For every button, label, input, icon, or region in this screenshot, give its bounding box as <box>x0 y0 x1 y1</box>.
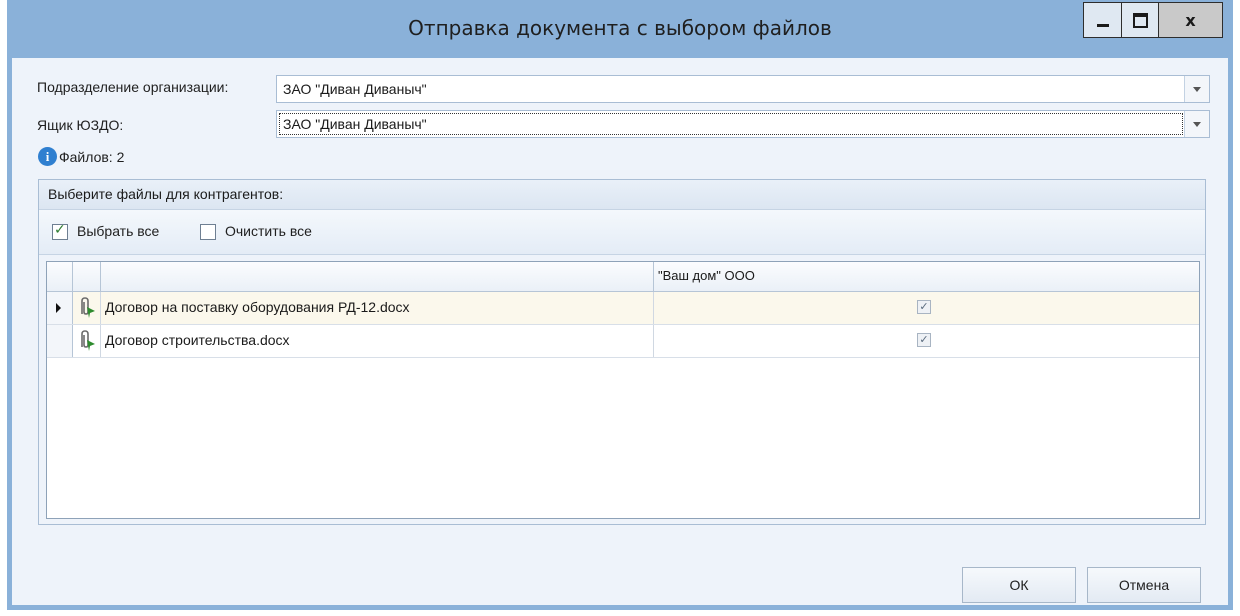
files-group: Выберите файлы для контрагентов: ✓ Выбра… <box>38 179 1206 525</box>
org-value: ЗАО "Диван Диваныч" <box>283 81 427 97</box>
checkmark-icon: ✓ <box>54 222 66 238</box>
files-grid: "Ваш дом" ООО Договор на поставку оборуд… <box>46 261 1200 519</box>
table-row[interactable]: Договор на поставку оборудования РД-12.d… <box>47 292 1199 325</box>
org-dropdown-button[interactable] <box>1184 76 1209 102</box>
file-name: Договор строительства.docx <box>105 332 290 348</box>
ok-button[interactable]: ОК <box>962 567 1076 603</box>
header-icon-cell <box>73 262 101 291</box>
box-label: Ящик ЮЗДО: <box>37 117 124 133</box>
file-name-cell[interactable]: Договор строительства.docx <box>101 325 654 357</box>
grid-header: "Ваш дом" ООО <box>47 262 1199 292</box>
group-header: Выберите файлы для контрагентов: <box>39 180 1205 210</box>
close-icon: x <box>1185 10 1196 30</box>
minimize-button[interactable] <box>1083 2 1121 38</box>
table-row[interactable]: Договор строительства.docx ✓ <box>47 325 1199 358</box>
row-indicator <box>47 325 73 357</box>
box-combobox[interactable]: ЗАО "Диван Диваныч" <box>276 110 1210 138</box>
clear-all-label[interactable]: Очистить все <box>225 223 312 239</box>
maximize-button[interactable] <box>1121 2 1159 38</box>
clear-all-checkbox[interactable] <box>200 224 216 240</box>
dropdown-arrow-icon <box>1193 121 1201 127</box>
send-cell[interactable]: ✓ <box>654 292 1199 324</box>
window-title: Отправка документа с выбором файлов <box>408 16 832 40</box>
row-pointer-icon <box>56 303 61 313</box>
info-icon: i <box>38 147 57 166</box>
dialog-body: Подразделение организации: ЗАО "Диван Ди… <box>12 58 1228 605</box>
selection-toolbar: ✓ Выбрать все Очистить все <box>39 210 1205 255</box>
file-name-cell[interactable]: Договор на поставку оборудования РД-12.d… <box>101 292 654 324</box>
select-all-checkbox[interactable]: ✓ <box>52 222 68 240</box>
close-button[interactable]: x <box>1159 2 1223 38</box>
org-label: Подразделение организации: <box>37 79 229 95</box>
select-all-label[interactable]: Выбрать все <box>77 223 159 239</box>
dropdown-arrow-icon <box>1193 86 1201 92</box>
files-count: Файлов: 2 <box>59 149 125 165</box>
box-dropdown-button[interactable] <box>1184 111 1209 137</box>
attachment-icon <box>81 330 95 351</box>
header-name-cell[interactable] <box>101 262 654 291</box>
org-combobox[interactable]: ЗАО "Диван Диваныч" <box>276 75 1210 103</box>
send-checkbox[interactable]: ✓ <box>917 300 931 314</box>
maximize-icon <box>1132 12 1148 28</box>
minimize-icon <box>1096 23 1109 27</box>
attachment-icon <box>81 297 95 318</box>
dialog-window: Отправка документа с выбором файлов x По… <box>7 0 1233 610</box>
file-icon-cell <box>73 325 101 357</box>
title-bar[interactable]: Отправка документа с выбором файлов x <box>7 0 1233 58</box>
box-value: ЗАО "Диван Диваныч" <box>283 116 427 132</box>
send-cell[interactable]: ✓ <box>654 325 1199 357</box>
cancel-button[interactable]: Отмена <box>1087 567 1201 603</box>
group-title: Выберите файлы для контрагентов: <box>48 186 284 202</box>
file-icon-cell <box>73 292 101 324</box>
header-indicator-cell <box>47 262 73 291</box>
row-indicator <box>47 292 73 324</box>
column-header-counterparty[interactable]: "Ваш дом" ООО <box>658 268 755 283</box>
file-name: Договор на поставку оборудования РД-12.d… <box>105 299 410 315</box>
send-checkbox[interactable]: ✓ <box>917 333 931 347</box>
